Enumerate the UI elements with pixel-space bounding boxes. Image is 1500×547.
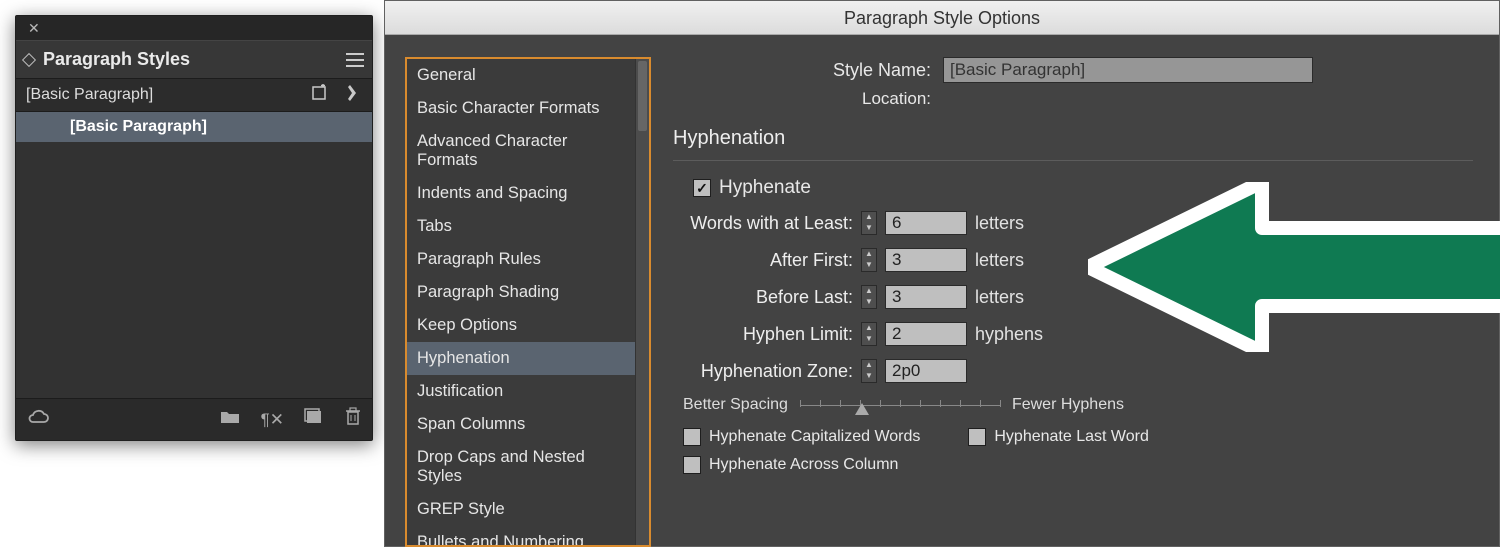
category-list: GeneralBasic Character FormatsAdvanced C… <box>405 57 651 547</box>
hyphenate-across-column-label: Hyphenate Across Column <box>709 456 898 474</box>
hyphenate-capitalized-row[interactable]: Hyphenate Capitalized Words <box>683 428 920 446</box>
hyphenation-slider[interactable] <box>800 405 1000 406</box>
unit-label: hyphens <box>975 324 1043 345</box>
category-item[interactable]: Drop Caps and Nested Styles <box>407 441 635 493</box>
location-label: Location: <box>673 89 931 109</box>
category-item[interactable]: General <box>407 59 635 92</box>
dialog-title: Paragraph Style Options <box>385 1 1499 35</box>
slider-left-label: Better Spacing <box>683 396 788 414</box>
flyout-menu-icon[interactable] <box>346 53 364 67</box>
current-style-name: [Basic Paragraph] <box>26 86 296 104</box>
diamond-icon <box>22 52 36 66</box>
category-item[interactable]: Tabs <box>407 210 635 243</box>
before-last-input[interactable] <box>885 285 967 309</box>
category-item[interactable]: Hyphenation <box>407 342 635 375</box>
category-item[interactable]: GREP Style <box>407 493 635 526</box>
style-name-input[interactable] <box>943 57 1313 83</box>
hyphenate-across-column-row[interactable]: Hyphenate Across Column <box>683 456 1473 474</box>
hyphen-limit-stepper[interactable]: ▲▼ <box>861 322 877 346</box>
words-at-least-stepper[interactable]: ▲▼ <box>861 211 877 235</box>
unit-label: letters <box>975 213 1024 234</box>
dialog-main: Style Name: Location: Hyphenation Hyphen… <box>673 57 1473 547</box>
hyphenation-zone-label: Hyphenation Zone: <box>673 361 853 382</box>
hyphenate-last-word-checkbox[interactable] <box>968 428 986 446</box>
hyphenate-last-word-label: Hyphenate Last Word <box>994 428 1148 446</box>
panel-title: Paragraph Styles <box>43 49 340 70</box>
new-icon[interactable] <box>304 408 324 432</box>
after-first-stepper[interactable]: ▲▼ <box>861 248 877 272</box>
paragraph-styles-panel: ✕ Paragraph Styles [Basic Paragraph] [Ba… <box>15 15 373 441</box>
panel-style-list: [Basic Paragraph] <box>16 112 372 392</box>
category-item[interactable]: Indents and Spacing <box>407 177 635 210</box>
close-icon[interactable]: ✕ <box>20 20 48 37</box>
hyphenate-label: Hyphenate <box>719 177 811 199</box>
panel-header: Paragraph Styles <box>16 40 372 78</box>
words-at-least-label: Words with at Least: <box>673 213 853 234</box>
unit-label: letters <box>975 250 1024 271</box>
words-at-least-input[interactable] <box>885 211 967 235</box>
after-first-input[interactable] <box>885 248 967 272</box>
before-last-label: Before Last: <box>673 287 853 308</box>
panel-footer: ¶✕ <box>16 398 372 440</box>
override-icon[interactable] <box>344 83 362 108</box>
style-name-label: Style Name: <box>673 60 931 81</box>
panel-tabbar: ✕ <box>16 16 372 40</box>
panel-current-row[interactable]: [Basic Paragraph] <box>16 78 372 112</box>
hyphenation-zone-stepper[interactable]: ▲▼ <box>861 359 877 383</box>
category-item[interactable]: Paragraph Rules <box>407 243 635 276</box>
category-item[interactable]: Basic Character Formats <box>407 92 635 125</box>
category-item[interactable]: Keep Options <box>407 309 635 342</box>
new-style-icon[interactable] <box>310 83 330 108</box>
trash-icon[interactable] <box>344 407 362 433</box>
clear-overrides-icon[interactable]: ¶✕ <box>261 410 284 430</box>
hyphenate-across-column-checkbox[interactable] <box>683 456 701 474</box>
hyphenate-row[interactable]: Hyphenate <box>693 177 1473 199</box>
category-item[interactable]: Bullets and Numbering <box>407 526 635 547</box>
hyphenation-zone-input[interactable] <box>885 359 967 383</box>
hyphenate-capitalized-checkbox[interactable] <box>683 428 701 446</box>
folder-icon[interactable] <box>219 408 241 432</box>
category-item[interactable]: Justification <box>407 375 635 408</box>
slider-right-label: Fewer Hyphens <box>1012 396 1124 414</box>
scrollbar[interactable] <box>635 59 649 545</box>
hyphenate-last-word-row[interactable]: Hyphenate Last Word <box>968 428 1148 446</box>
list-item[interactable]: [Basic Paragraph] <box>16 112 372 142</box>
cloud-icon[interactable] <box>26 408 50 432</box>
hyphen-limit-label: Hyphen Limit: <box>673 324 853 345</box>
after-first-label: After First: <box>673 250 853 271</box>
category-item[interactable]: Paragraph Shading <box>407 276 635 309</box>
hyphenate-capitalized-label: Hyphenate Capitalized Words <box>709 428 920 446</box>
paragraph-style-options-dialog: Paragraph Style Options GeneralBasic Cha… <box>384 0 1500 547</box>
section-title: Hyphenation <box>673 127 1473 150</box>
unit-label: letters <box>975 287 1024 308</box>
hyphenation-section: Hyphenate Words with at Least: ▲▼ letter… <box>673 160 1473 520</box>
category-item[interactable]: Advanced Character Formats <box>407 125 635 177</box>
category-item[interactable]: Span Columns <box>407 408 635 441</box>
before-last-stepper[interactable]: ▲▼ <box>861 285 877 309</box>
hyphenate-checkbox[interactable] <box>693 179 711 197</box>
hyphen-limit-input[interactable] <box>885 322 967 346</box>
